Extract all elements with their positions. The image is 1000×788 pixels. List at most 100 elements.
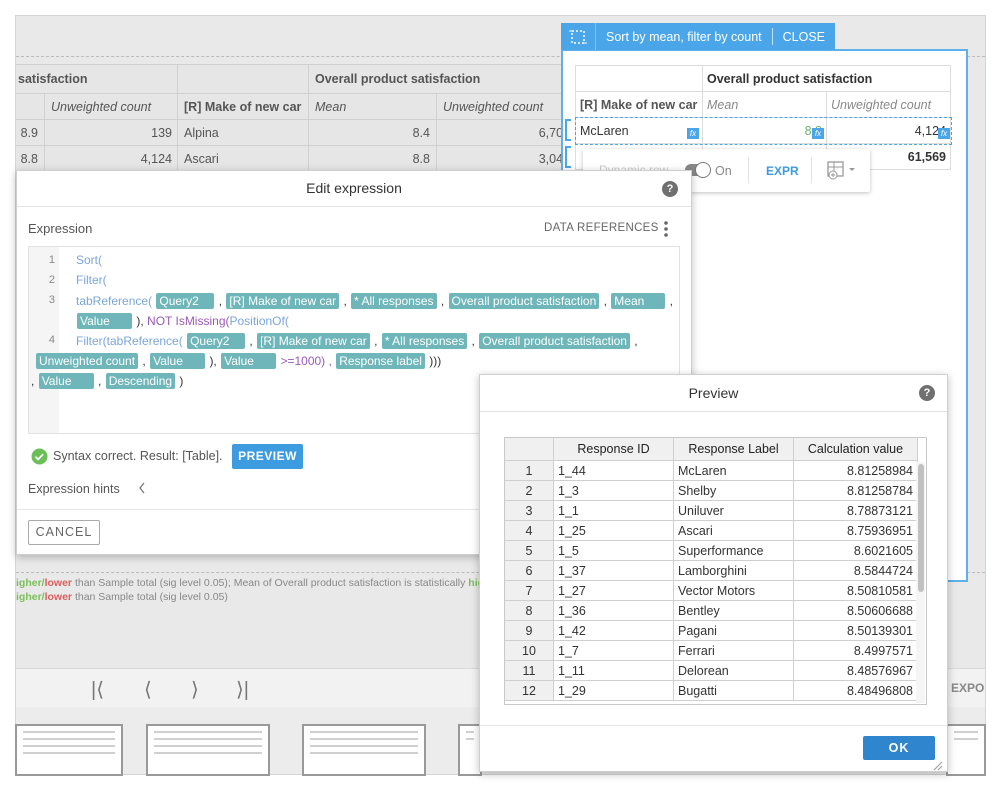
ok-button[interactable]: OK — [863, 736, 935, 760]
line-number: 4 — [48, 334, 55, 346]
table-cell[interactable]: 8.8 — [702, 117, 827, 144]
row-index: 4 — [505, 520, 554, 541]
table-cell: Lamborghini — [673, 560, 794, 581]
table-row[interactable]: 12 1_29 Bugatti 8.48496808 — [505, 680, 918, 701]
reference-chip[interactable]: Overall product satisfaction — [479, 333, 630, 349]
table-cell: Superformance — [673, 540, 794, 561]
next-page-icon[interactable]: ⟩ — [191, 677, 199, 702]
table-row[interactable]: 5 1_5 Superformance 8.6021605 — [505, 540, 918, 561]
table-row[interactable]: 1 1_44 McLaren 8.81258984 — [505, 460, 918, 481]
column-header: Response ID — [553, 438, 674, 461]
page-thumbnail[interactable] — [302, 724, 426, 776]
reference-chip[interactable]: Descending — [105, 373, 176, 389]
export-button[interactable]: EXPO — [951, 681, 984, 695]
table-header: Overall product satisfaction — [308, 64, 577, 94]
line-number: 1 — [48, 254, 55, 266]
last-page-icon[interactable]: ⟩| — [236, 677, 249, 702]
line-number: 3 — [48, 294, 55, 306]
table-cell[interactable]: 4,124 — [826, 117, 951, 144]
reference-chip[interactable]: Response label — [336, 353, 425, 369]
reference-chip[interactable]: * All responses — [381, 333, 468, 349]
dialog-title: Edit expression — [17, 171, 691, 207]
scrollbar-thumb[interactable] — [918, 464, 924, 592]
reference-chip[interactable]: Mean — [611, 293, 666, 309]
expression-hints-toggle[interactable]: Expression hints — [28, 482, 120, 496]
table-cell: 8.5844724 — [793, 560, 918, 581]
expression-label: Expression — [28, 221, 93, 236]
table-cell: 1_44 — [553, 460, 674, 481]
more-options-icon[interactable] — [663, 220, 669, 238]
table-cell: 4,124 — [44, 145, 179, 172]
table-cell: 1_25 — [553, 520, 674, 541]
code-line: , Value , Descending ) — [31, 373, 184, 389]
add-table-icon[interactable] — [827, 160, 857, 183]
table-row[interactable]: 6 1_37 Lamborghini 8.5844724 — [505, 560, 918, 581]
table-cell: 8.75936951 — [793, 520, 918, 541]
table-row[interactable]: 2 1_3 Shelby 8.81258784 — [505, 480, 918, 501]
reference-chip[interactable]: Value — [221, 353, 277, 369]
data-references-button[interactable]: DATA REFERENCES — [544, 222, 659, 234]
table-cell[interactable]: McLaren — [575, 117, 703, 144]
column-header: [R] Make of new car — [177, 93, 309, 120]
table-cell: 8.78873121 — [793, 500, 918, 521]
column-header: Mean — [308, 93, 437, 120]
table-row[interactable]: 7 1_27 Vector Motors 8.50810581 — [505, 580, 918, 601]
fx-icon[interactable]: fx — [938, 128, 950, 139]
close-button[interactable]: CLOSE — [773, 30, 835, 44]
row-index: 6 — [505, 560, 554, 581]
table-row[interactable]: 4 1_25 Ascari 8.75936951 — [505, 520, 918, 541]
column-header: Response Label — [673, 438, 794, 461]
table-cell: 8.50139301 — [793, 620, 918, 641]
reference-chip[interactable]: Query2 — [156, 293, 215, 309]
expr-button[interactable]: EXPR — [766, 164, 799, 178]
code-line: Filter( — [76, 273, 107, 287]
help-icon[interactable]: ? — [662, 181, 678, 197]
row-bracket-icon — [565, 119, 571, 141]
preview-dialog: Preview ? Response ID Response Label Cal… — [479, 374, 948, 772]
table-cell: 1_37 — [553, 560, 674, 581]
background-table-left: satisfaction Unweighted count 8.9 139 8.8… — [16, 64, 179, 172]
chevron-left-icon[interactable] — [137, 480, 147, 499]
table-row[interactable]: 8 1_36 Bentley 8.50606688 — [505, 600, 918, 621]
fx-icon[interactable]: fx — [812, 128, 824, 139]
resize-grip-icon[interactable] — [933, 759, 943, 774]
reference-chip[interactable]: [R] Make of new car — [226, 293, 340, 309]
row-index: 1 — [505, 460, 554, 481]
reference-chip[interactable]: Value — [38, 373, 94, 389]
page-thumbnail[interactable] — [146, 724, 270, 776]
help-icon[interactable]: ? — [919, 385, 935, 401]
table-cell: Bentley — [673, 600, 794, 621]
column-header: Unweighted count — [436, 93, 577, 120]
reference-chip[interactable]: Value — [77, 313, 132, 329]
column-header: Unweighted count — [826, 91, 951, 118]
reference-chip[interactable]: Overall product satisfaction — [448, 293, 600, 309]
row-index: 5 — [505, 540, 554, 561]
cancel-button[interactable]: CANCEL — [28, 520, 100, 545]
prev-page-icon[interactable]: ⟨ — [144, 677, 152, 702]
table-cell: 1_29 — [553, 680, 674, 701]
table-cell: 1_5 — [553, 540, 674, 561]
table-row[interactable]: 11 1_11 Delorean 8.48576967 — [505, 660, 918, 681]
reference-chip[interactable]: Value — [150, 353, 206, 369]
table-cell: 8.81258984 — [793, 460, 918, 481]
preview-grid[interactable]: Response ID Response Label Calculation v… — [504, 437, 927, 705]
row-index: 9 — [505, 620, 554, 641]
table-row[interactable]: 10 1_7 Ferrari 8.4997571 — [505, 640, 918, 661]
page-thumbnail[interactable] — [946, 724, 986, 776]
reference-chip[interactable]: Unweighted count — [36, 353, 139, 369]
background-table-mid: Overall product satisfaction [R] Make of… — [177, 64, 577, 172]
table-row[interactable]: 9 1_42 Pagani 8.50139301 — [505, 620, 918, 641]
preview-button[interactable]: PREVIEW — [232, 444, 303, 469]
table-cell: 1_42 — [553, 620, 674, 641]
first-page-icon[interactable]: |⟨ — [91, 677, 104, 702]
table-toolbar-title[interactable]: Sort by mean, filter by count — [596, 30, 772, 44]
page-thumbnail[interactable] — [15, 724, 123, 776]
table-cell: 8.4 — [308, 119, 437, 146]
check-circle-icon — [31, 448, 48, 468]
table-row[interactable]: 3 1_1 Uniluver 8.78873121 — [505, 500, 918, 521]
fx-icon[interactable]: fx — [687, 128, 699, 139]
select-frame-icon[interactable] — [561, 23, 596, 50]
reference-chip[interactable]: [R] Make of new car — [257, 333, 370, 349]
reference-chip[interactable]: * All responses — [351, 293, 437, 309]
reference-chip[interactable]: Query2 — [187, 333, 246, 349]
